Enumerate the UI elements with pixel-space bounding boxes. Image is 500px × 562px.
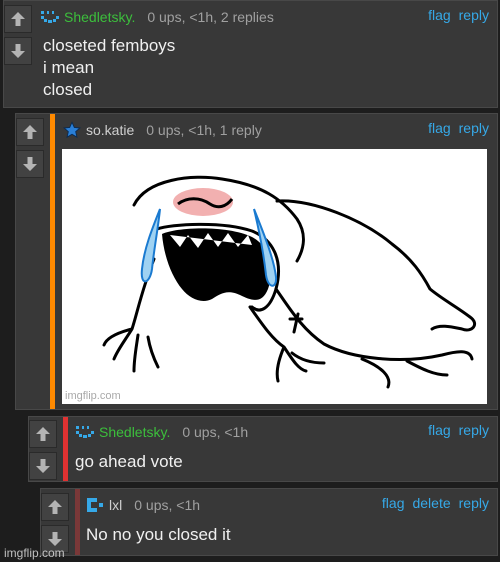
comment-line: No no you closed it	[86, 525, 231, 544]
comment-line: go ahead vote	[75, 452, 183, 471]
comment-actions: flag reply	[428, 422, 489, 438]
upvote-button[interactable]	[16, 118, 44, 146]
arrow-up-icon	[23, 125, 37, 139]
flag-link[interactable]: flag	[382, 495, 405, 511]
comment-actions: flag delete reply	[382, 495, 489, 511]
delete-link[interactable]: delete	[412, 495, 450, 511]
flag-link[interactable]: flag	[428, 7, 451, 23]
imgflip-watermark: imgflip.com	[4, 546, 65, 560]
comment-line: closeted femboys	[43, 36, 176, 55]
pixel-face-icon	[41, 11, 59, 23]
upvote-button[interactable]	[29, 420, 57, 448]
reply-link[interactable]: reply	[459, 422, 489, 438]
comment-so-katie: so.katie 0 ups, <1h, 1 reply flag reply	[15, 113, 498, 410]
arrow-down-icon	[23, 157, 37, 171]
vote-column	[29, 417, 59, 481]
upvote-button[interactable]	[41, 493, 69, 521]
comment-lxl: lxl 0 ups, <1h flag delete reply No no y…	[40, 488, 498, 556]
comment-actions: flag reply	[428, 120, 489, 136]
comment-line: i mean	[43, 58, 95, 77]
reply-link[interactable]: reply	[459, 495, 489, 511]
comment-shedletsky-1: Shedletsky. 0 ups, <1h, 2 replies flag r…	[3, 0, 498, 108]
arrow-up-icon	[48, 500, 62, 514]
vote-column	[16, 114, 46, 409]
comment-meta: 0 ups, <1h, 1 reply	[146, 122, 262, 138]
crying-creature-drawing	[102, 175, 476, 389]
star-icon	[62, 121, 82, 139]
comment-header: so.katie 0 ups, <1h, 1 reply	[62, 120, 262, 140]
username-link[interactable]: Shedletsky.	[64, 9, 135, 25]
pixel-face-icon	[76, 426, 94, 438]
comment-line: closed	[43, 80, 93, 99]
reply-depth-bar	[63, 417, 68, 481]
downvote-button[interactable]	[29, 452, 57, 480]
comment-meta: 0 ups, <1h	[182, 424, 249, 440]
comment-body: closeted femboys i mean closed	[43, 35, 175, 101]
downvote-button[interactable]	[16, 150, 44, 178]
comment-shedletsky-2: Shedletsky. 0 ups, <1h flag reply go ahe…	[28, 416, 498, 482]
comment-header: Shedletsky. 0 ups, <1h, 2 replies	[40, 7, 274, 27]
comment-header: lxl 0 ups, <1h	[85, 495, 200, 515]
reply-link[interactable]: reply	[459, 7, 489, 23]
reply-depth-bar	[75, 489, 80, 555]
username-link[interactable]: lxl	[109, 497, 122, 513]
upvote-button[interactable]	[4, 5, 32, 33]
arrow-down-icon	[36, 459, 50, 473]
arrow-up-icon	[36, 427, 50, 441]
reply-link[interactable]: reply	[459, 120, 489, 136]
comment-meta: 0 ups, <1h	[134, 497, 201, 513]
image-watermark: imgflip.com	[65, 390, 121, 402]
pixel-bracket-icon	[87, 498, 103, 512]
comment-body: No no you closed it	[86, 524, 231, 546]
arrow-down-icon	[11, 44, 25, 58]
flag-link[interactable]: flag	[428, 120, 451, 136]
comment-actions: flag reply	[428, 7, 489, 23]
arrow-down-icon	[48, 532, 62, 546]
username-link[interactable]: Shedletsky.	[99, 424, 170, 440]
comment-meta: 0 ups, <1h, 2 replies	[147, 9, 274, 25]
username-link[interactable]: so.katie	[86, 122, 134, 138]
downvote-button[interactable]	[4, 37, 32, 65]
reply-depth-bar	[50, 114, 55, 409]
vote-column	[4, 1, 34, 107]
meme-image[interactable]: imgflip.com	[62, 149, 487, 404]
comment-body: go ahead vote	[75, 451, 183, 473]
comment-header: Shedletsky. 0 ups, <1h	[75, 422, 248, 442]
arrow-up-icon	[11, 12, 25, 26]
flag-link[interactable]: flag	[428, 422, 451, 438]
